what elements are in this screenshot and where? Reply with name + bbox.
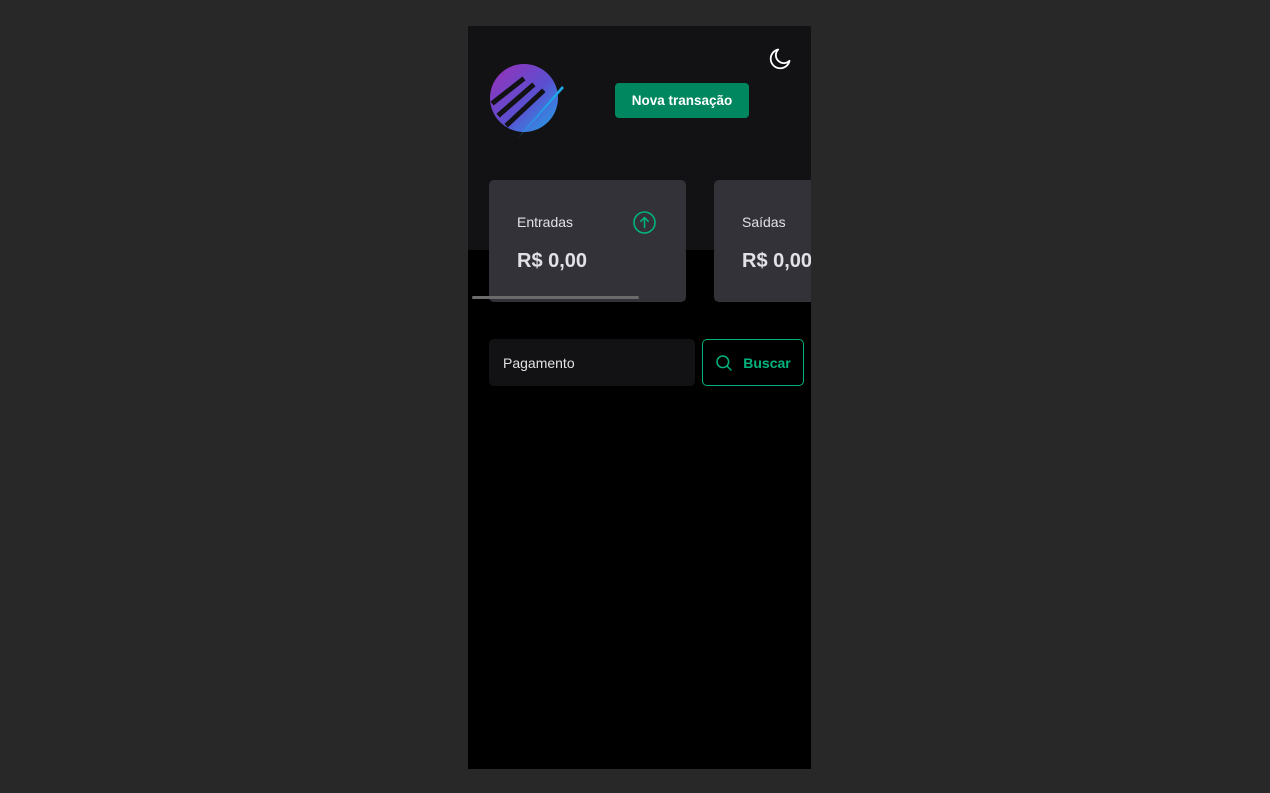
income-card: Entradas R$ 0,00	[489, 180, 686, 302]
outcome-card: Saídas R$ 0,00	[714, 180, 811, 302]
outcome-value: R$ 0,00	[742, 250, 811, 272]
income-title: Entradas	[517, 214, 574, 230]
search-input[interactable]	[489, 339, 695, 386]
search-icon	[715, 354, 733, 372]
search-button[interactable]: Buscar	[702, 339, 804, 386]
search-button-label: Buscar	[743, 354, 791, 371]
outcome-title: Saídas	[742, 214, 786, 230]
search-form: Buscar	[489, 339, 804, 386]
app-logo	[488, 62, 564, 138]
app-viewport: Nova transação Entradas R$ 0,00 Saídas R…	[468, 26, 811, 769]
new-transaction-button[interactable]: Nova transação	[615, 83, 749, 118]
arrow-circle-up-icon	[632, 210, 657, 235]
summary-cards[interactable]: Entradas R$ 0,00 Saídas R$ 0,00	[468, 180, 811, 310]
horizontal-scrollbar[interactable]	[472, 296, 639, 299]
moon-icon	[767, 44, 795, 77]
income-value: R$ 0,00	[517, 250, 588, 272]
theme-toggle-button[interactable]	[765, 46, 797, 74]
